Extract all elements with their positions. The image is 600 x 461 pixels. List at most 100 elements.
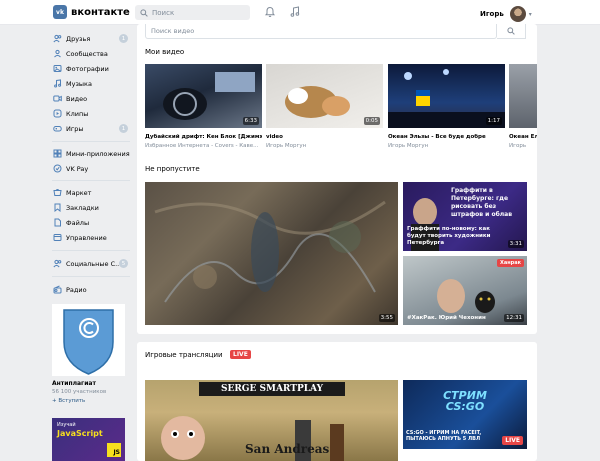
overlay-headline: Граффити в Петербурге: где рисовать без …: [451, 187, 512, 218]
ad-title[interactable]: Антиплагиат: [52, 380, 96, 387]
banner-small-text: Изучай: [57, 422, 76, 428]
music-note-icon[interactable]: [289, 6, 301, 18]
user-menu[interactable]: Игорь ▾: [480, 6, 532, 22]
sidebar-item-clips[interactable]: Клипы: [52, 107, 132, 120]
overlay-caption: #ХакРак. Юрий Чехонин: [407, 315, 486, 321]
my-videos-title: Мои видео: [145, 48, 185, 56]
sidebar-item-games[interactable]: Игры 1: [52, 122, 132, 135]
sidebar-item-music[interactable]: Музыка: [52, 77, 132, 90]
ad-join-link[interactable]: + Вступить: [52, 398, 85, 404]
side-video-2[interactable]: Ханрак #ХакРак. Юрий Чехонин 12:31: [403, 256, 527, 325]
game-streams-title: Игровые трансляции: [145, 351, 223, 359]
sidebar-item-friends[interactable]: Друзья 1: [52, 32, 132, 45]
sidebar-item-label: Друзья: [66, 34, 91, 43]
files-icon: [52, 218, 62, 228]
sidebar-item-vkpay[interactable]: VK Pay: [52, 162, 132, 175]
games-badge: 1: [119, 124, 128, 133]
video-duration: 12:31: [504, 314, 524, 322]
stream-live-badge: LIVE: [502, 436, 523, 445]
ad-members: 56 100 участников: [52, 389, 107, 395]
sidebar-item-label: Видео: [66, 94, 88, 103]
video-icon: [52, 94, 62, 104]
banner-big-text: JavaScript: [57, 429, 103, 438]
sidebar-item-files[interactable]: Файлы: [52, 216, 132, 229]
sidebar-divider: [52, 180, 130, 181]
search-icon: [507, 27, 515, 35]
sidebar-item-label: Закладки: [66, 203, 99, 212]
video-duration: 3:55: [378, 314, 395, 322]
live-badge: LIVE: [230, 350, 251, 359]
video-thumb-3[interactable]: 1:17: [388, 64, 505, 128]
games-icon: [52, 124, 62, 134]
logo-text: вконтакте: [71, 6, 130, 18]
sidebar-item-label: Управление: [66, 233, 107, 242]
manage-icon: [52, 233, 62, 243]
stream-title-overlay: СТРИМ CS:GO: [443, 389, 487, 413]
sidebar-item-label: Клипы: [66, 109, 89, 118]
video-author[interactable]: Игорь Моргун: [388, 143, 505, 149]
friends-icon: [52, 34, 62, 44]
sidebar-item-photos[interactable]: Фотографии: [52, 62, 132, 75]
dont-miss-title: Не пропустите: [145, 165, 200, 173]
ad-card-image[interactable]: [52, 304, 125, 376]
video-search-input[interactable]: [151, 27, 451, 35]
sidebar-item-manage[interactable]: Управление: [52, 231, 132, 244]
featured-video[interactable]: 3:55: [145, 182, 398, 325]
sidebar-item-label: Радио: [66, 285, 87, 294]
music-icon: [52, 79, 62, 89]
photos-icon: [52, 64, 62, 74]
side-video-1[interactable]: Граффити в Петербурге: где рисовать без …: [403, 182, 527, 251]
sidebar-item-label: VK Pay: [66, 164, 89, 173]
video-thumb-4[interactable]: [509, 64, 537, 128]
sidebar-item-radio[interactable]: Радио: [52, 283, 132, 296]
overlay-caption: Граффити по-новому: как будут творить ху…: [407, 226, 491, 246]
sidebar-divider: [52, 276, 130, 277]
video-thumb-2[interactable]: 0:05: [266, 64, 383, 128]
sidebar-item-market[interactable]: Маркет: [52, 186, 132, 199]
source-badge: Ханрак: [496, 259, 524, 267]
video-duration: 6:33: [242, 117, 259, 125]
sidebar-item-communities[interactable]: Сообщества: [52, 47, 132, 60]
sidebar-item-bookmarks[interactable]: Закладки: [52, 201, 132, 214]
radio-icon: [52, 285, 62, 295]
vkpay-icon: [52, 164, 62, 174]
sidebar-item-label: Сообщества: [66, 49, 108, 58]
sidebar-item-mini-apps[interactable]: Мини-приложения: [52, 147, 132, 160]
javascript-ad-banner[interactable]: Изучай JavaScript JS: [52, 418, 125, 461]
video-title[interactable]: video: [266, 134, 383, 140]
video-author[interactable]: Избранное Интернета - Covers - Каве...: [145, 143, 262, 149]
video-author[interactable]: Игорь: [509, 143, 537, 149]
stream-caption: CS:GO - ИГРИМ НА FACEIT, ПЫТАЮСЬ АПНУТЬ …: [406, 430, 482, 442]
avatar: [509, 6, 526, 22]
vk-logo[interactable]: vk вконтакте: [53, 5, 130, 19]
clips-icon: [52, 109, 62, 119]
social-badge: 5: [119, 259, 128, 268]
bell-icon[interactable]: [264, 6, 276, 18]
side-stream-thumb[interactable]: СТРИМ CS:GO CS:GO - ИГРИМ НА FACEIT, ПЫТ…: [403, 380, 527, 449]
video-search[interactable]: [145, 24, 497, 39]
market-icon: [52, 188, 62, 198]
sidebar-item-label: Социальные С...: [66, 259, 122, 268]
header-search[interactable]: [135, 5, 250, 20]
sidebar-divider: [52, 141, 130, 142]
chevron-down-icon: ▾: [528, 10, 532, 18]
graffiti-wall-image: [154, 200, 386, 303]
video-duration: 1:17: [485, 117, 502, 125]
video-author[interactable]: Игорь Моргун: [266, 143, 383, 149]
video-duration: 0:05: [363, 117, 380, 125]
video-title[interactable]: Океан Эльзы - Все буде добре: [388, 134, 505, 140]
header-search-input[interactable]: [152, 8, 242, 17]
video-title[interactable]: Дубайский дрифт: Кен Блок [Джимх...: [145, 134, 262, 140]
sidebar-item-video[interactable]: Видео: [52, 92, 132, 105]
video-title[interactable]: Океан Ел: [509, 134, 537, 140]
shield-icon: [63, 309, 114, 375]
main-stream-thumb[interactable]: SERGE SMARTPLAY San Andreas: [145, 380, 398, 461]
sidebar-item-label: Игры: [66, 124, 84, 133]
sidebar-item-label: Музыка: [66, 79, 92, 88]
top-bar: vk вконтакте Игорь ▾: [0, 0, 600, 25]
sidebar-item-label: Мини-приложения: [66, 149, 130, 158]
video-search-button[interactable]: [497, 24, 526, 39]
sidebar-item-social[interactable]: Социальные С... 5: [52, 257, 132, 270]
js-logo-icon: JS: [107, 443, 121, 457]
video-thumb-1[interactable]: 6:33: [145, 64, 262, 128]
